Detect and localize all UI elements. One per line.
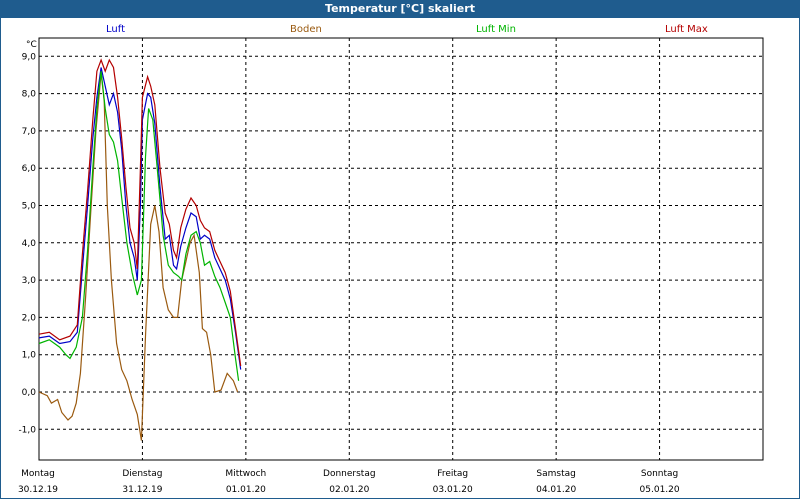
chart-grid <box>39 38 763 460</box>
day-date-label: 04.01.20 <box>536 485 576 495</box>
y-tick-label: 1,0 <box>22 351 37 361</box>
day-date-label: 30.12.19 <box>18 485 58 495</box>
y-tick-label: 4,0 <box>22 239 37 249</box>
y-tick-label: 3,0 <box>22 276 37 286</box>
y-tick-label: 6,0 <box>22 164 37 174</box>
temperature-chart: °C -1,0 0,0 1,0 2,0 3,0 4,0 5,0 6,0 7,0 8,0 9,0 Mo… <box>18 37 764 495</box>
x-tick-labels: Montag 30.12.19 Dienstag 31.12.19 Mittwoch 01… <box>18 469 680 495</box>
series-line-luft <box>38 67 242 370</box>
day-date-label: 02.01.20 <box>329 485 369 495</box>
y-tick-label: 8,0 <box>22 90 37 100</box>
y-tick-label: -1,0 <box>18 425 36 435</box>
day-name-label: Freitag <box>437 469 468 479</box>
y-tick-label: 5,0 <box>22 202 37 212</box>
y-tick-label: 7,0 <box>22 127 37 137</box>
chart-series <box>38 58 242 441</box>
y-tick-labels: -1,0 0,0 1,0 2,0 3,0 4,0 5,0 6,0 7,0 8,0 9,0 <box>18 52 36 435</box>
day-name-label: Donnerstag <box>323 469 376 479</box>
day-date-label: 01.01.20 <box>226 485 266 495</box>
day-date-label: 03.01.20 <box>433 485 473 495</box>
day-date-label: 05.01.20 <box>640 485 680 495</box>
plot-area-border <box>38 37 764 461</box>
y-axis-label: °C <box>26 40 37 50</box>
day-name-label: Montag <box>21 469 55 479</box>
y-tick-label: 2,0 <box>22 313 37 323</box>
day-name-label: Dienstag <box>122 469 162 479</box>
y-tick-label: 0,0 <box>22 388 37 398</box>
y-tick-label: 9,0 <box>22 52 37 62</box>
day-date-label: 31.12.19 <box>122 485 162 495</box>
day-name-label: Mittwoch <box>225 469 266 479</box>
day-name-label: Sonntag <box>641 469 678 479</box>
day-name-label: Samstag <box>536 469 575 479</box>
